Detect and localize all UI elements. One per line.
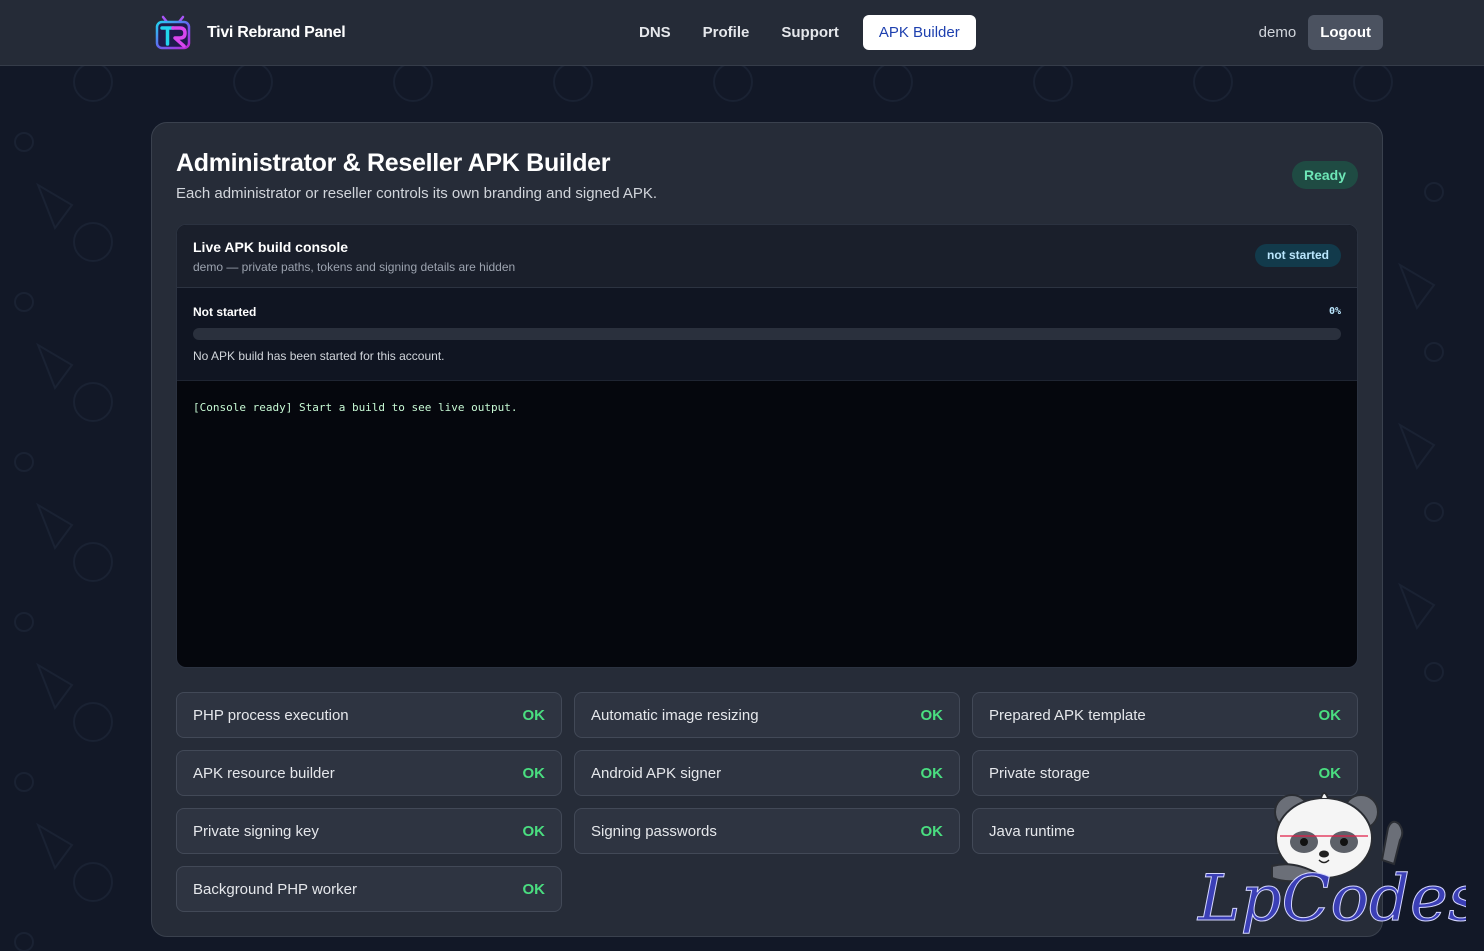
check-status-ok: OK (920, 707, 944, 724)
build-status-badge: not started (1254, 244, 1341, 267)
brand-logo-icon (155, 15, 191, 50)
check-status-ok: OK (1318, 707, 1342, 724)
lpcodes-watermark: LpCodes (1197, 792, 1466, 937)
check-apk-resource-builder: APK resource builder OK (176, 750, 562, 796)
check-label: Private signing key (193, 823, 319, 840)
logout-button[interactable]: Logout (1308, 15, 1383, 50)
console-title: Live APK build console (193, 239, 349, 255)
progress-label: Not started (193, 305, 257, 319)
ready-status-badge: Ready (1291, 161, 1358, 189)
check-status-ok: OK (522, 707, 546, 724)
check-status-ok: OK (522, 823, 546, 840)
progress-note: No APK build has been started for this a… (193, 349, 445, 363)
build-console: Live APK build console demo — private pa… (176, 224, 1358, 668)
check-private-signing-key: Private signing key OK (176, 808, 562, 854)
check-status-ok: OK (920, 823, 944, 840)
nav-link-support[interactable]: Support (765, 15, 855, 50)
page-subtitle: Each administrator or reseller controls … (176, 185, 658, 202)
progress-percent: 0% (1328, 306, 1341, 317)
check-prepared-apk-template: Prepared APK template OK (972, 692, 1358, 738)
user-area: demo Logout (1259, 15, 1383, 50)
console-output[interactable]: [Console ready] Start a build to see liv… (193, 401, 518, 414)
check-label: PHP process execution (193, 707, 349, 724)
check-automatic-image-resizing: Automatic image resizing OK (574, 692, 960, 738)
nav-link-profile[interactable]: Profile (687, 15, 766, 50)
main-nav: DNS Profile Support APK Builder (623, 15, 976, 50)
check-status-ok: OK (522, 881, 546, 898)
brand-name: Tivi Rebrand Panel (207, 24, 346, 41)
check-status-ok: OK (920, 765, 944, 782)
check-label: Prepared APK template (989, 707, 1146, 724)
check-label: Java runtime (989, 823, 1075, 840)
page-title: Administrator & Reseller APK Builder (176, 149, 611, 177)
check-status-ok: OK (522, 765, 546, 782)
check-label: Background PHP worker (193, 881, 357, 898)
progress-bar (193, 328, 1341, 340)
check-php-process-execution: PHP process execution OK (176, 692, 562, 738)
console-header: Live APK build console demo — private pa… (177, 225, 1357, 288)
check-label: Signing passwords (591, 823, 717, 840)
check-label: Private storage (989, 765, 1090, 782)
watermark-text: LpCodes (1197, 862, 1466, 936)
check-android-apk-signer: Android APK signer OK (574, 750, 960, 796)
check-label: Automatic image resizing (591, 707, 759, 724)
username: demo (1258, 24, 1297, 41)
nav-link-apk-builder[interactable]: APK Builder (862, 15, 976, 50)
check-signing-passwords: Signing passwords OK (574, 808, 960, 854)
nav-link-dns[interactable]: DNS (623, 15, 687, 50)
build-progress: Not started 0% No APK build has been sta… (177, 288, 1357, 381)
check-label: APK resource builder (193, 765, 335, 782)
check-status-ok: OK (1318, 765, 1342, 782)
brand[interactable]: Tivi Rebrand Panel (153, 13, 346, 53)
top-navbar: Tivi Rebrand Panel DNS Profile Support A… (0, 0, 1484, 66)
check-label: Android APK signer (591, 765, 722, 782)
console-subtitle: demo — private paths, tokens and signing… (193, 260, 516, 274)
check-background-php-worker: Background PHP worker OK (176, 866, 562, 912)
